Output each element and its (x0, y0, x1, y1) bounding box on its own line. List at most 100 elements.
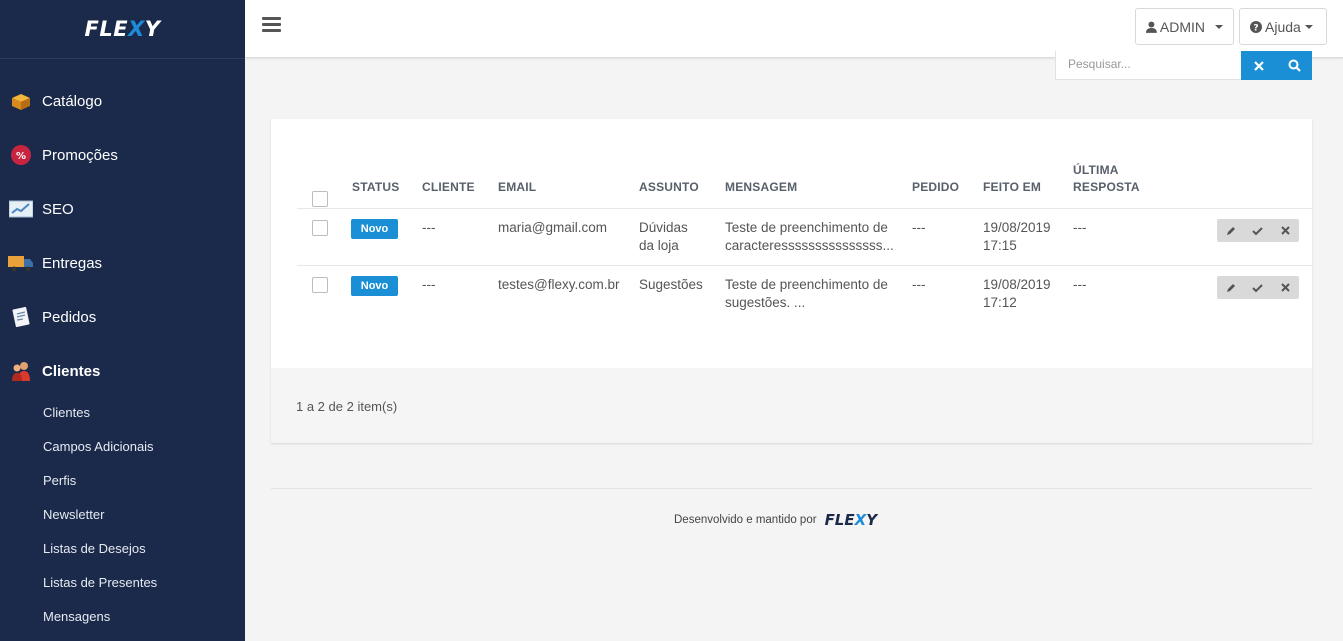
cell-mensagem: Teste de preenchimento de (725, 277, 888, 292)
users-icon (8, 360, 34, 382)
footer-divider (271, 488, 1312, 489)
cell-cliente: --- (422, 220, 436, 235)
submenu-item-listas-de-presentes[interactable]: Listas de Presentes (43, 575, 157, 590)
close-icon (1254, 60, 1264, 71)
submenu-item-mensagens[interactable]: Mensagens (43, 609, 110, 624)
admin-dropdown-button[interactable]: ADMIN (1135, 8, 1234, 45)
chevron-down-icon (1304, 24, 1313, 29)
search-button[interactable] (1276, 51, 1312, 80)
sidebar-item-label: Catálogo (42, 92, 103, 110)
column-header-pedido[interactable]: PEDIDO (912, 180, 959, 194)
cell-ultima-resposta: --- (1073, 220, 1087, 235)
clear-search-button[interactable] (1241, 51, 1277, 80)
edit-button[interactable] (1217, 219, 1244, 242)
sidebar-item-entregas[interactable]: Entregas (0, 243, 245, 283)
cell-email: testes@flexy.com.br (498, 277, 620, 292)
delete-button[interactable] (1272, 276, 1299, 299)
cell-ultima-resposta: --- (1073, 277, 1087, 292)
truck-icon (8, 252, 34, 274)
submenu-item-clientes[interactable]: Clientes (43, 405, 90, 420)
column-header-ultima-resposta-line2[interactable]: RESPOSTA (1073, 180, 1140, 194)
box-icon (8, 90, 34, 112)
cell-assunto-line2: da loja (639, 238, 679, 253)
search-icon (1288, 59, 1301, 72)
admin-label: ADMIN (1159, 18, 1205, 35)
cell-assunto: Dúvidas (639, 220, 688, 235)
cell-hora: 17:12 (983, 295, 1017, 310)
svg-text:%: % (16, 151, 26, 162)
column-header-mensagem[interactable]: MENSAGEM (725, 180, 797, 194)
row-checkbox[interactable] (312, 277, 328, 293)
column-header-email[interactable]: EMAIL (498, 180, 536, 194)
mark-done-button[interactable] (1244, 219, 1271, 242)
mark-done-button[interactable] (1244, 276, 1271, 299)
submenu-item-newsletter[interactable]: Newsletter (43, 507, 104, 522)
footer-text: Desenvolvido e mantido por (674, 514, 817, 526)
svg-text:?: ? (1253, 23, 1258, 33)
help-dropdown-button[interactable]: ? Ajuda (1239, 8, 1327, 45)
cell-data: 19/08/2019 (983, 220, 1051, 235)
row-actions (1217, 276, 1299, 299)
cell-pedido: --- (912, 277, 926, 292)
edit-button[interactable] (1217, 276, 1244, 299)
check-icon (1252, 226, 1264, 235)
sidebar-item-catalogo[interactable]: Catálogo (0, 81, 245, 121)
question-circle-icon: ? (1250, 20, 1262, 33)
pencil-icon (1226, 283, 1235, 292)
submenu-item-listas-de-desejos[interactable]: Listas de Desejos (43, 541, 146, 556)
sidebar-item-promocoes[interactable]: % Promoções (0, 135, 245, 175)
row-actions (1217, 219, 1299, 242)
seo-chart-icon (8, 198, 34, 220)
cell-email: maria@gmail.com (498, 220, 607, 235)
close-icon (1281, 226, 1290, 235)
column-header-feito-em[interactable]: FEITO EM (983, 180, 1041, 194)
sidebar-item-label: Clientes (42, 362, 101, 380)
sidebar-item-label: Promoções (42, 146, 118, 164)
hamburger-menu-icon[interactable] (262, 17, 281, 33)
clipboard-icon (8, 306, 34, 328)
status-badge: Novo (351, 276, 398, 296)
brand[interactable]: FLEXY (0, 0, 245, 59)
row-checkbox[interactable] (312, 220, 328, 236)
cell-pedido: --- (912, 220, 926, 235)
pencil-icon (1226, 226, 1235, 235)
check-icon (1252, 283, 1264, 292)
cell-assunto: Sugestões (639, 277, 703, 292)
cell-cliente: --- (422, 277, 436, 292)
sidebar-item-label: Pedidos (42, 308, 97, 326)
messages-panel: STATUS CLIENTE EMAIL ASSUNTO MENSAGEM PE… (271, 119, 1312, 443)
close-icon (1281, 283, 1290, 292)
sidebar-item-seo[interactable]: SEO (0, 189, 245, 229)
topbar: ADMIN ? Ajuda (245, 0, 1343, 58)
cell-data: 19/08/2019 (983, 277, 1051, 292)
column-header-assunto[interactable]: ASSUNTO (639, 180, 699, 194)
panel-footer: 1 a 2 de 2 item(s) (271, 368, 1312, 443)
column-header-ultima-resposta[interactable]: ÚLTIMA (1073, 163, 1119, 177)
chevron-down-icon (1215, 24, 1223, 29)
cell-mensagem-line2: sugestões. ... (725, 295, 806, 310)
select-all-checkbox[interactable] (312, 191, 328, 207)
percent-tag-icon: % (8, 144, 34, 166)
help-label: Ajuda (1265, 18, 1301, 35)
flexy-footer-logo[interactable]: FLEXY (825, 511, 878, 529)
search-input[interactable]: Pesquisar... (1055, 51, 1242, 80)
cell-mensagem: Teste de preenchimento de (725, 220, 888, 235)
cell-hora: 17:15 (983, 238, 1017, 253)
delete-button[interactable] (1272, 219, 1299, 242)
sidebar-item-pedidos[interactable]: Pedidos (0, 297, 245, 337)
sidebar-item-label: SEO (42, 200, 74, 218)
row-divider (297, 208, 1312, 209)
flexy-logo[interactable]: FLEXY (85, 17, 161, 41)
row-divider (297, 265, 1312, 266)
sidebar-item-label: Entregas (42, 254, 103, 272)
column-header-status[interactable]: STATUS (352, 180, 399, 194)
submenu-item-perfis[interactable]: Perfis (43, 473, 76, 488)
cell-mensagem-line2: caracteresssssssssssssss... (725, 238, 894, 253)
sidebar: FLEXY Catálogo % Promoções SEO Entregas … (0, 0, 245, 641)
user-icon (1146, 21, 1157, 33)
submenu-item-campos-adicionais[interactable]: Campos Adicionais (43, 439, 154, 454)
status-badge: Novo (351, 219, 398, 239)
column-header-cliente[interactable]: CLIENTE (422, 180, 475, 194)
sidebar-item-clientes[interactable]: Clientes (0, 351, 245, 391)
footer-credits: Desenvolvido e mantido por FLEXY (674, 511, 877, 529)
